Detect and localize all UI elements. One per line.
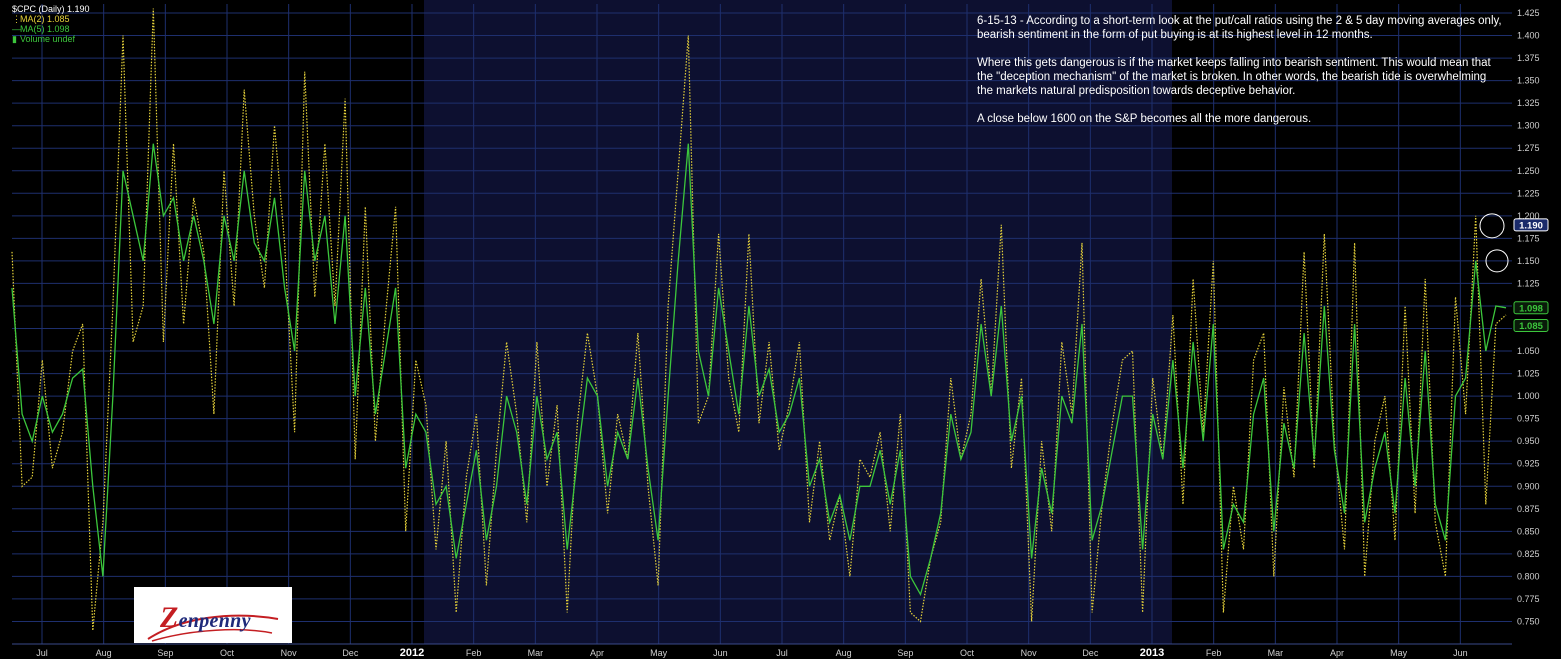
x-tick-label: Aug — [836, 648, 852, 658]
y-tick-label: 1.300 — [1517, 121, 1540, 131]
y-tick-label: 1.250 — [1517, 166, 1540, 176]
legend-ma5: —MA(5) 1.098 — [12, 24, 90, 34]
legend-volume-label: Volume undef — [20, 34, 76, 44]
legend-ma2-label: MA(2) 1.085 — [20, 14, 70, 24]
x-tick-label: Dec — [1082, 648, 1099, 658]
legend-volume: ▮ Volume undef — [12, 34, 90, 44]
x-tick-label: Oct — [220, 648, 235, 658]
legend-title: $CPC (Daily) 1.190 — [12, 4, 90, 14]
y-tick-label: 1.025 — [1517, 369, 1540, 379]
annotation-paragraph-1: 6-15-13 - According to a short-term look… — [977, 15, 1502, 41]
x-tick-label: Sep — [897, 648, 913, 658]
ma2-legend-icon: ⋮ — [12, 14, 21, 24]
logo-initial: Z — [160, 601, 179, 634]
y-tick-label: 0.750 — [1517, 616, 1540, 626]
x-tick-label: Dec — [342, 648, 359, 658]
x-tick-label: Nov — [1021, 648, 1038, 658]
y-tick-label: 0.825 — [1517, 549, 1540, 559]
annotation-paragraph-3: A close below 1600 on the S&P becomes al… — [977, 113, 1312, 125]
x-tick-label: 2013 — [1140, 647, 1164, 659]
y-tick-label: 1.275 — [1517, 143, 1540, 153]
x-tick-label: 2012 — [400, 647, 424, 659]
y-tick-label: 1.425 — [1517, 8, 1540, 18]
y-tick-label: 0.850 — [1517, 526, 1540, 536]
volume-legend-icon: ▮ — [12, 34, 17, 44]
x-tick-label: Mar — [1268, 648, 1284, 658]
legend-ma2: ⋮MA(2) 1.085 — [12, 14, 90, 24]
x-tick-label: Oct — [960, 648, 975, 658]
x-tick-label: Jun — [713, 648, 728, 658]
y-tick-label: 0.875 — [1517, 504, 1540, 514]
price-label: 1.190 — [1519, 220, 1543, 231]
y-tick-label: 1.350 — [1517, 76, 1540, 86]
y-tick-label: 1.125 — [1517, 278, 1540, 288]
annotation-text: 6-15-13 - According to a short-term look… — [977, 14, 1502, 140]
x-tick-label: Apr — [1330, 648, 1344, 658]
y-tick-label: 0.775 — [1517, 594, 1540, 604]
y-tick-label: 1.175 — [1517, 233, 1540, 243]
y-tick-label: 0.975 — [1517, 414, 1540, 424]
zenpenny-logo: Zenpenny — [134, 587, 292, 643]
x-tick-label: Nov — [281, 648, 298, 658]
y-tick-label: 0.800 — [1517, 571, 1540, 581]
y-tick-label: 1.400 — [1517, 31, 1540, 41]
price-label: 1.098 — [1519, 303, 1543, 314]
ma5-legend-icon: — — [12, 24, 21, 34]
x-tick-label: Feb — [466, 648, 482, 658]
y-tick-label: 1.150 — [1517, 256, 1540, 266]
y-tick-label: 1.050 — [1517, 346, 1540, 356]
y-tick-label: 0.900 — [1517, 481, 1540, 491]
annotation-paragraph-2: Where this gets dangerous is if the mark… — [977, 57, 1491, 97]
chart-legend: $CPC (Daily) 1.190 ⋮MA(2) 1.085 —MA(5) 1… — [12, 4, 90, 44]
x-tick-label: Jul — [36, 648, 48, 658]
x-tick-label: Aug — [96, 648, 112, 658]
x-tick-label: Mar — [528, 648, 544, 658]
logo-text: Zenpenny — [160, 601, 251, 635]
x-tick-label: May — [650, 648, 668, 658]
legend-ma5-label: MA(5) 1.098 — [20, 24, 70, 34]
x-tick-label: Feb — [1206, 648, 1222, 658]
x-tick-label: Apr — [590, 648, 604, 658]
y-tick-label: 1.225 — [1517, 188, 1540, 198]
y-tick-label: 1.000 — [1517, 391, 1540, 401]
x-tick-label: Jun — [1453, 648, 1468, 658]
price-label: 1.085 — [1519, 321, 1543, 332]
y-tick-label: 0.925 — [1517, 459, 1540, 469]
x-tick-label: May — [1390, 648, 1408, 658]
logo-wordmark: enpenny — [178, 610, 251, 632]
x-tick-label: Jul — [776, 648, 788, 658]
x-tick-label: Sep — [157, 648, 173, 658]
y-tick-label: 1.375 — [1517, 53, 1540, 63]
y-tick-label: 1.325 — [1517, 98, 1540, 108]
y-tick-label: 0.950 — [1517, 436, 1540, 446]
